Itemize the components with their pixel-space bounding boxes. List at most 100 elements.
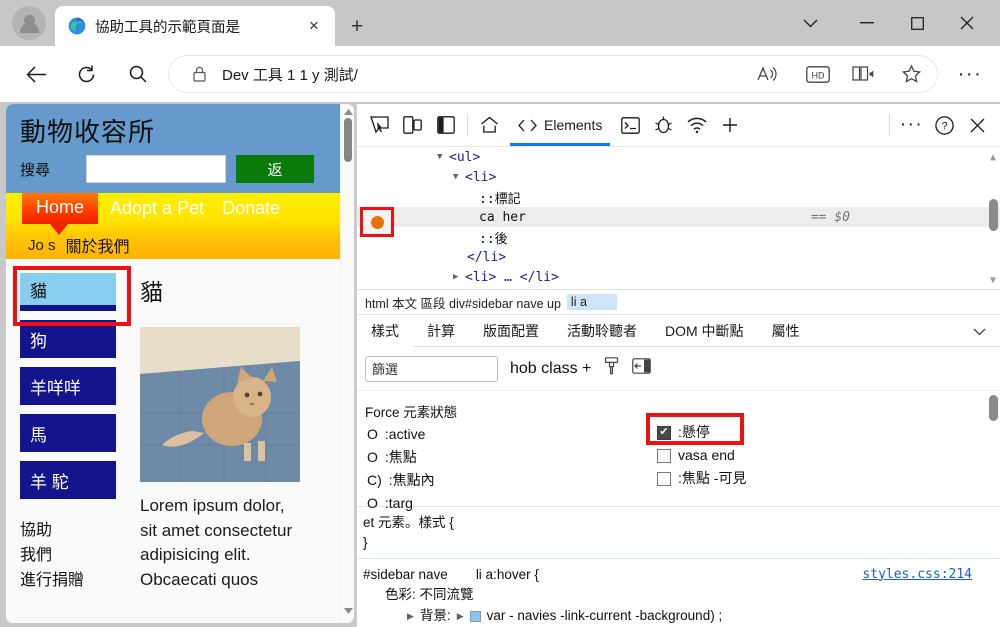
styles-scrollbar[interactable] [987, 391, 1000, 506]
expand-caret-icon[interactable]: ▶ [407, 610, 414, 624]
search-input[interactable] [86, 155, 226, 183]
inspect-icon[interactable] [363, 109, 396, 141]
bug-icon[interactable] [647, 109, 680, 141]
sidebar-item-cats[interactable]: 貓 [20, 273, 116, 311]
tab-properties[interactable]: 屬性 [758, 315, 814, 347]
profile-avatar[interactable] [12, 6, 46, 40]
tab-layout[interactable]: 版面配置 [469, 315, 553, 347]
read-aloud-icon[interactable] [750, 56, 786, 92]
window-close-button[interactable] [945, 8, 989, 38]
dom-row[interactable]: ▼ <ul> [357, 147, 1000, 167]
scrollbar-thumb[interactable] [344, 118, 352, 162]
dom-tree-scrollbar[interactable]: ▲ ▼ [986, 147, 1000, 289]
breadcrumb-selected[interactable]: li a [566, 294, 617, 310]
css-rule-sidebar-hover[interactable]: #sidebar nave li a:hover { styles.css:21… [357, 559, 1000, 627]
css-rule-element-style[interactable]: et 元素。樣式 { } [357, 507, 1000, 559]
dom-breakpoint-badge[interactable] [360, 207, 394, 237]
expand-triangle-icon[interactable]: ▼ [453, 172, 465, 182]
tab-elements[interactable]: Elements [506, 104, 614, 146]
scrollbar-thumb[interactable] [989, 199, 998, 231]
tab-styles[interactable]: 樣式 [357, 315, 413, 348]
breadcrumb-path[interactable]: html 本文 區段 div#sidebar nave up [365, 293, 561, 312]
back-button[interactable] [18, 56, 54, 92]
brush-icon[interactable] [603, 357, 620, 380]
filter-input[interactable]: 篩選 [365, 355, 498, 382]
favorite-icon[interactable] [893, 56, 929, 92]
dom-row-selected[interactable]: ca her == $0 [357, 207, 1000, 227]
css-rule-selector[interactable]: #sidebar nave [363, 565, 448, 586]
scrollbar-thumb[interactable] [989, 395, 998, 421]
css-property-color[interactable]: 色彩: 不同流覽 [363, 585, 1000, 606]
force-state-visited-checkbox[interactable] [657, 448, 671, 463]
force-state-focus-visible-checkbox[interactable] [657, 471, 671, 486]
dom-row[interactable]: ::標記 [357, 187, 1000, 207]
add-panel-icon[interactable] [713, 109, 746, 141]
browser-tab[interactable]: 協助工具的示範頁面是 × [55, 6, 335, 46]
search-icon[interactable] [120, 56, 156, 92]
dom-row[interactable]: </li> [357, 247, 1000, 267]
collapse-triangle-icon[interactable]: ▶ [453, 272, 465, 282]
force-state-hover[interactable]: ✔ :懸停 [646, 413, 746, 445]
tab-dom-breakpoints[interactable]: DOM 中斷點 [651, 315, 758, 347]
expand-caret-icon[interactable]: ▶ [457, 610, 464, 624]
sidebar-footer-us[interactable]: 我們 [20, 544, 126, 569]
sidebar-item-alpacas[interactable]: 羊 駝 [20, 461, 116, 499]
reload-button[interactable] [68, 56, 104, 92]
css-property-background-value[interactable]: var - navies -link-current -background) … [487, 606, 723, 627]
help-icon[interactable]: ? [928, 109, 961, 141]
tab-event-listeners[interactable]: 活動聆聽者 [553, 315, 651, 347]
home-icon[interactable] [473, 109, 506, 141]
dom-row[interactable]: ::後 [357, 227, 1000, 247]
css-property-background[interactable]: ▶ 背景: ▶ var - navies -link-current -back… [363, 606, 1000, 627]
color-swatch[interactable] [469, 611, 481, 623]
scroll-down-icon[interactable] [341, 603, 354, 619]
devtools-close-icon[interactable] [961, 109, 994, 141]
window-minimize-button[interactable] [845, 8, 889, 38]
css-rule-pseudo[interactable]: li a:hover { [476, 565, 539, 586]
devtools-toolbar-right: ··· ? [884, 109, 994, 141]
scroll-up-icon[interactable]: ▲ [986, 150, 1000, 164]
search-submit-button[interactable]: 返 [236, 155, 314, 183]
nav-item-about[interactable]: 關於我們 [66, 233, 130, 257]
device-toolbar-icon[interactable] [396, 109, 429, 141]
force-state-target-prefix: O [367, 495, 378, 512]
scroll-down-icon[interactable]: ▼ [986, 273, 1000, 287]
panel-toggle-icon[interactable] [632, 358, 652, 379]
tab-actions-chevron-icon[interactable] [788, 8, 832, 38]
dom-tree[interactable]: ▼ <ul> ▼ <li> ::標記 ca her == $0 ::後 </li… [357, 147, 1000, 290]
console-icon[interactable] [614, 109, 647, 141]
expand-triangle-icon[interactable]: ▼ [437, 152, 449, 162]
css-source-link[interactable]: styles.css:214 [862, 565, 972, 585]
force-state-focus-visible[interactable]: :焦點 -可見 [657, 467, 746, 490]
hover-class-toggle[interactable]: hob class + [510, 360, 591, 378]
breadcrumb[interactable]: html 本文 區段 div#sidebar nave up li a [357, 290, 1000, 315]
css-property-color-value[interactable]: 不同流覽 [420, 587, 474, 602]
dock-side-icon[interactable] [429, 109, 462, 141]
window-maximize-button[interactable] [895, 8, 939, 38]
immersive-reader-icon[interactable] [845, 56, 881, 92]
new-tab-button[interactable]: + [343, 13, 371, 41]
dom-row[interactable]: ▼ <li> [357, 167, 1000, 187]
devtools-more-icon[interactable]: ··· [895, 109, 928, 141]
page-scrollbar[interactable] [340, 104, 354, 623]
tab-computed[interactable]: 計算 [413, 315, 469, 347]
sidebar-item-horses[interactable]: 馬 [20, 414, 116, 452]
nav-item-donate[interactable]: Donate [216, 193, 286, 224]
sidebar-footer-help[interactable]: 協助 [20, 519, 126, 544]
force-state-target[interactable]: O :targ [367, 492, 435, 515]
browser-menu-button[interactable]: ··· [952, 56, 988, 92]
hd-icon[interactable]: HD [800, 56, 836, 92]
close-tab-icon[interactable]: × [301, 13, 327, 39]
nav-item-adopt[interactable]: Adopt a Pet [104, 193, 210, 224]
force-state-visited[interactable]: vasa end [657, 444, 746, 467]
nav-item-jobs[interactable]: Jo s [28, 237, 56, 254]
dom-row[interactable]: ▶ <li> … </li> [357, 267, 1000, 287]
network-icon[interactable] [680, 109, 713, 141]
force-state-focus[interactable]: O :焦點 [367, 446, 435, 469]
nav-item-home[interactable]: Home [22, 193, 99, 235]
sidebar-item-sheep[interactable]: 羊咩咩 [20, 367, 116, 405]
tabs-overflow-chevron-icon[interactable] [973, 323, 1000, 339]
force-state-active[interactable]: O :active [367, 423, 435, 446]
force-state-focus-within[interactable]: C) :焦點內 [367, 469, 435, 492]
sidebar-footer-donate[interactable]: 進行捐贈 [20, 569, 126, 594]
